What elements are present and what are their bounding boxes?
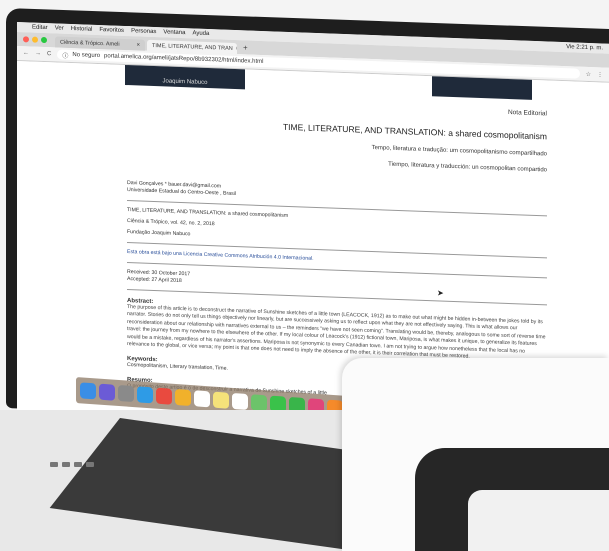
mouse-cursor-icon: ➤ [437,288,444,298]
foreground-device-screen [468,490,609,551]
reminders-icon[interactable] [232,392,248,411]
menu-ventana[interactable]: Ventana [163,29,185,36]
menu-ayuda[interactable]: Ayuda [192,30,209,37]
forward-icon[interactable]: → [35,51,41,57]
new-tab-button[interactable]: + [243,43,248,52]
security-label: No seguro [72,52,101,60]
article-section: Nota Editorial [507,109,547,118]
port-icon [86,462,94,467]
safari-icon[interactable] [137,386,153,404]
tab-label: TIME, LITERATURE, AND TRAN [152,42,233,52]
menu-dots-icon[interactable]: ⋮ [597,71,603,78]
menubar-clock[interactable]: Vie 2:21 p. m. [566,44,603,51]
back-icon[interactable]: ← [23,50,29,56]
finder-icon[interactable] [80,382,96,400]
bookmark-star-icon[interactable]: ☆ [586,70,591,77]
menu-ver[interactable]: Ver [55,25,64,31]
maps-icon[interactable] [251,394,267,412]
port-icon [62,462,70,467]
close-tab-icon[interactable]: × [136,42,140,48]
chrome-icon[interactable] [156,387,172,405]
side-ports [50,462,98,472]
url-text: portal.amelica.org/ameli/jatsRepo/8b9323… [104,53,264,66]
port-icon [50,462,58,467]
siri-icon[interactable] [99,383,115,401]
reload-icon[interactable]: C [47,51,51,57]
article-title-es: Tiempo, literatura y traducción: un cosm… [388,161,547,174]
launchpad-icon[interactable] [118,384,134,403]
info-icon[interactable]: ⓘ [62,50,68,59]
banner-text: Joaquim Nabuco [162,78,208,86]
notes-icon[interactable] [213,391,229,409]
maximize-window-icon[interactable] [41,36,47,44]
photos-icon[interactable] [175,388,191,407]
menu-personas[interactable]: Personas [131,28,156,35]
close-window-icon[interactable] [23,36,29,43]
port-icon [74,462,82,467]
close-tab-icon[interactable]: × [236,46,237,52]
license-link[interactable]: Esta obra está bajo una Licencia Creativ… [127,249,547,271]
menu-editar[interactable]: Editar [32,25,48,32]
journal-banner-right [432,76,532,100]
calendar-icon[interactable] [194,390,210,408]
minimize-window-icon[interactable] [32,36,38,43]
menu-favoritos[interactable]: Favoritos [99,27,124,34]
window-controls [23,36,47,44]
journal-banner-left: Joaquim Nabuco [125,64,245,90]
menu-historial[interactable]: Historial [71,26,93,33]
tab-label: Ciência & Trópico. Ameli [60,39,120,48]
